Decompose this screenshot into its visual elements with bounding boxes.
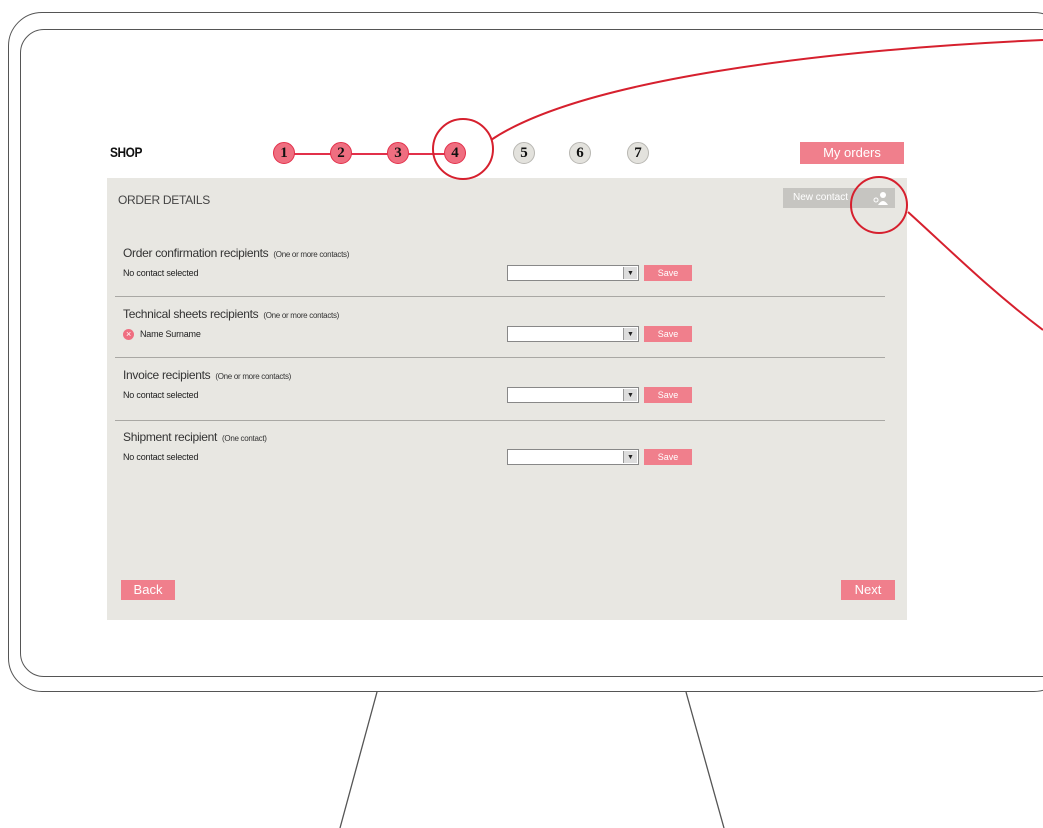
section-status: No contact selected: [123, 390, 199, 400]
step-5[interactable]: 5: [513, 142, 535, 164]
panel-title: ORDER DETAILS: [118, 193, 210, 207]
section-note: (One or more contacts): [263, 311, 340, 320]
section-note: (One or more contacts): [215, 372, 292, 381]
section-divider: [115, 357, 885, 358]
section-status: × Name Surname: [123, 329, 201, 341]
next-button[interactable]: Next: [841, 580, 895, 600]
new-contact-button[interactable]: New contact: [783, 188, 895, 208]
dropdown-arrow-icon: ▼: [623, 389, 637, 401]
save-button[interactable]: Save: [644, 326, 692, 342]
save-button[interactable]: Save: [644, 449, 692, 465]
add-user-icon: [873, 192, 888, 205]
section-note: (One contact): [222, 434, 267, 443]
dropdown-arrow-icon: ▼: [623, 328, 637, 340]
step-6[interactable]: 6: [569, 142, 591, 164]
save-button[interactable]: Save: [644, 387, 692, 403]
recipient-select[interactable]: ▼: [507, 326, 639, 342]
step-4[interactable]: 4: [444, 142, 466, 164]
section-divider: [115, 296, 885, 297]
section-title: Order confirmation recipients (One or mo…: [123, 246, 349, 260]
steps-progress-line: [284, 153, 460, 155]
section-title: Technical sheets recipients (One or more…: [123, 307, 339, 321]
dropdown-arrow-icon: ▼: [623, 267, 637, 279]
save-button[interactable]: Save: [644, 265, 692, 281]
contact-name: Name Surname: [140, 329, 201, 339]
step-2[interactable]: 2: [330, 142, 352, 164]
section-title-text: Technical sheets recipients: [123, 307, 259, 321]
step-3[interactable]: 3: [387, 142, 409, 164]
section-status: No contact selected: [123, 452, 199, 462]
new-contact-label: New contact: [793, 192, 849, 203]
back-button[interactable]: Back: [121, 580, 175, 600]
recipient-select[interactable]: ▼: [507, 387, 639, 403]
section-status: No contact selected: [123, 268, 199, 278]
my-orders-button[interactable]: My orders: [800, 142, 904, 164]
remove-icon[interactable]: ×: [123, 329, 134, 341]
section-divider: [115, 420, 885, 421]
section-title-text: Order confirmation recipients: [123, 246, 269, 260]
dropdown-arrow-icon: ▼: [623, 451, 637, 463]
section-title-text: Invoice recipients: [123, 368, 211, 382]
order-details-panel: ORDER DETAILS New contact Order confirma…: [107, 178, 907, 620]
section-title-text: Shipment recipient: [123, 430, 217, 444]
section-title: Shipment recipient (One contact): [123, 430, 267, 444]
step-7[interactable]: 7: [627, 142, 649, 164]
section-title: Invoice recipients (One or more contacts…: [123, 368, 291, 382]
recipient-select[interactable]: ▼: [507, 449, 639, 465]
shop-label: SHOP: [110, 144, 143, 160]
recipient-select[interactable]: ▼: [507, 265, 639, 281]
step-1[interactable]: 1: [273, 142, 295, 164]
section-note: (One or more contacts): [273, 250, 350, 259]
